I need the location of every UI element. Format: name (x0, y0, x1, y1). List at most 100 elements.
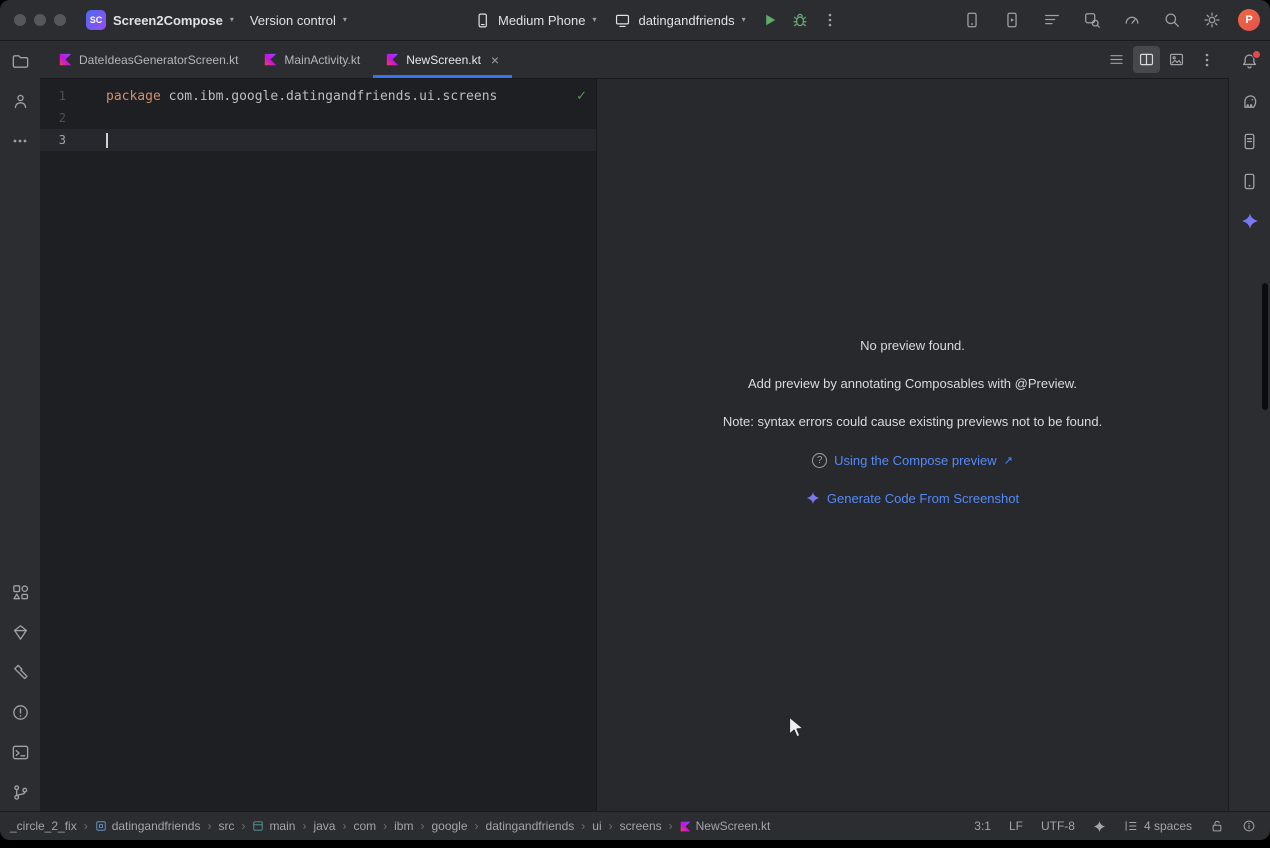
breadcrumb-item[interactable]: src (218, 819, 234, 833)
breadcrumb-item[interactable]: ibm (394, 819, 413, 833)
version-control-button[interactable] (6, 778, 34, 806)
chevron-right-icon: › (609, 819, 613, 833)
external-link-icon: ↗ (1004, 454, 1013, 467)
breadcrumb-item[interactable]: google (431, 819, 467, 833)
running-devices-button[interactable] (998, 6, 1026, 34)
tab-dateideasgeneratorscreen[interactable]: DateIdeasGeneratorScreen.kt (46, 41, 251, 78)
left-tool-stripe (0, 41, 41, 812)
minimize-window-button[interactable] (34, 14, 46, 26)
logcat-button[interactable] (1038, 6, 1066, 34)
kotlin-file-icon (59, 53, 72, 66)
notifications-button[interactable] (1236, 47, 1264, 75)
window-controls (10, 14, 78, 26)
code-view-button[interactable] (1103, 46, 1130, 73)
run-button[interactable] (756, 6, 784, 34)
structure-icon (11, 92, 30, 111)
indent-widget[interactable]: 4 spaces (1124, 819, 1192, 833)
code-editor[interactable]: 1 package com.ibm.google.datingandfriend… (40, 79, 596, 812)
more-run-actions-button[interactable] (816, 6, 844, 34)
code-line[interactable]: 2 (40, 107, 596, 129)
breadcrumb-item[interactable]: _circle_2_fix (10, 819, 77, 833)
gradle-button[interactable] (1236, 87, 1264, 115)
line-number: 3 (40, 133, 66, 147)
device-explorer-button[interactable] (1236, 127, 1264, 155)
vcs-widget[interactable]: Version control ▾ (242, 5, 355, 35)
line-separator-widget[interactable]: LF (1009, 819, 1023, 833)
editor-more-options-button[interactable] (1193, 46, 1220, 73)
build-button[interactable] (6, 658, 34, 686)
structure-tool-button[interactable] (6, 87, 34, 115)
device-selector[interactable]: Medium Phone ▾ (466, 5, 604, 35)
breadcrumb-item[interactable]: screens (620, 819, 662, 833)
settings-button[interactable] (1198, 6, 1226, 34)
indent-label: 4 spaces (1144, 819, 1192, 833)
breadcrumb-item[interactable]: com (353, 819, 376, 833)
text-caret (106, 133, 108, 148)
project-widget[interactable]: SC Screen2Compose ▾ (78, 5, 242, 35)
chevron-right-icon: › (581, 819, 585, 833)
debug-button[interactable] (786, 6, 814, 34)
doc-link-label: Using the Compose preview (834, 453, 997, 468)
scrollbar-thumb[interactable] (1262, 283, 1268, 410)
breadcrumb-item[interactable]: ui (592, 819, 601, 833)
app-inspection-icon (1083, 11, 1101, 29)
compose-preview-doc-link[interactable]: ? Using the Compose preview ↗ (812, 452, 1013, 468)
caret-position-widget[interactable]: 3:1 (974, 819, 991, 833)
breadcrumb-item[interactable]: datingandfriends (486, 819, 575, 833)
breadcrumb-item[interactable]: main (252, 819, 295, 833)
ide-messages-button[interactable] (1242, 819, 1256, 833)
no-preview-title: No preview found. (860, 338, 965, 354)
tab-close-icon[interactable]: × (491, 53, 499, 67)
code-line[interactable]: 3 (40, 129, 596, 151)
line-number: 1 (40, 89, 66, 103)
profiler-button[interactable] (1118, 6, 1146, 34)
app-inspection-button[interactable] (1078, 6, 1106, 34)
tab-label: MainActivity.kt (284, 53, 360, 67)
breadcrumb-item[interactable]: datingandfriends (95, 819, 201, 833)
kotlin-file-icon (680, 821, 691, 832)
tab-mainactivity[interactable]: MainActivity.kt (251, 41, 373, 78)
generate-code-link[interactable]: Generate Code From Screenshot (806, 490, 1019, 506)
title-bar: SC Screen2Compose ▾ Version control ▾ Me… (0, 0, 1270, 41)
chevron-right-icon: › (475, 819, 479, 833)
ai-assistant-status[interactable] (1093, 820, 1106, 833)
status-bar: _circle_2_fix › datingandfriends › src ›… (0, 811, 1270, 840)
tab-label: DateIdeasGeneratorScreen.kt (79, 53, 238, 67)
code-line[interactable]: 1 package com.ibm.google.datingandfriend… (40, 85, 596, 107)
breadcrumb-item[interactable]: NewScreen.kt (680, 819, 771, 833)
project-tool-button[interactable] (6, 47, 34, 75)
emulator-button[interactable] (1236, 167, 1264, 195)
code-keyword: package (106, 89, 161, 104)
editor-view-modes (1103, 41, 1229, 78)
encoding-widget[interactable]: UTF-8 (1041, 819, 1075, 833)
design-view-icon (1168, 51, 1185, 68)
split-view-button[interactable] (1133, 46, 1160, 73)
gemini-button[interactable] (1236, 207, 1264, 235)
more-tool-windows-button[interactable] (6, 127, 34, 155)
breadcrumb-item[interactable]: java (313, 819, 335, 833)
line-number: 2 (40, 111, 66, 125)
problems-button[interactable] (6, 698, 34, 726)
app-module-icon (614, 12, 631, 29)
device-name: Medium Phone (498, 13, 585, 28)
resource-manager-button[interactable] (6, 578, 34, 606)
tab-newscreen[interactable]: NewScreen.kt × (373, 41, 512, 78)
run-config-selector[interactable]: datingandfriends ▾ (606, 5, 753, 35)
right-tool-stripe (1228, 41, 1270, 812)
design-view-button[interactable] (1163, 46, 1190, 73)
close-window-button[interactable] (14, 14, 26, 26)
breadcrumb: _circle_2_fix › datingandfriends › src ›… (0, 819, 770, 833)
terminal-button[interactable] (6, 738, 34, 766)
inspections-check-icon[interactable]: ✓ (576, 88, 587, 104)
build-hammer-icon (11, 663, 30, 682)
readonly-toggle[interactable] (1210, 819, 1224, 833)
user-avatar[interactable]: P (1238, 9, 1260, 31)
build-variants-button[interactable] (6, 618, 34, 646)
search-everywhere-button[interactable] (1158, 6, 1186, 34)
ide-window: SC Screen2Compose ▾ Version control ▾ Me… (0, 0, 1270, 840)
source-root-icon (252, 820, 264, 832)
maximize-window-button[interactable] (54, 14, 66, 26)
ai-sparkle-icon (1093, 820, 1106, 833)
device-manager-button[interactable] (958, 6, 986, 34)
phone-icon (474, 12, 491, 29)
